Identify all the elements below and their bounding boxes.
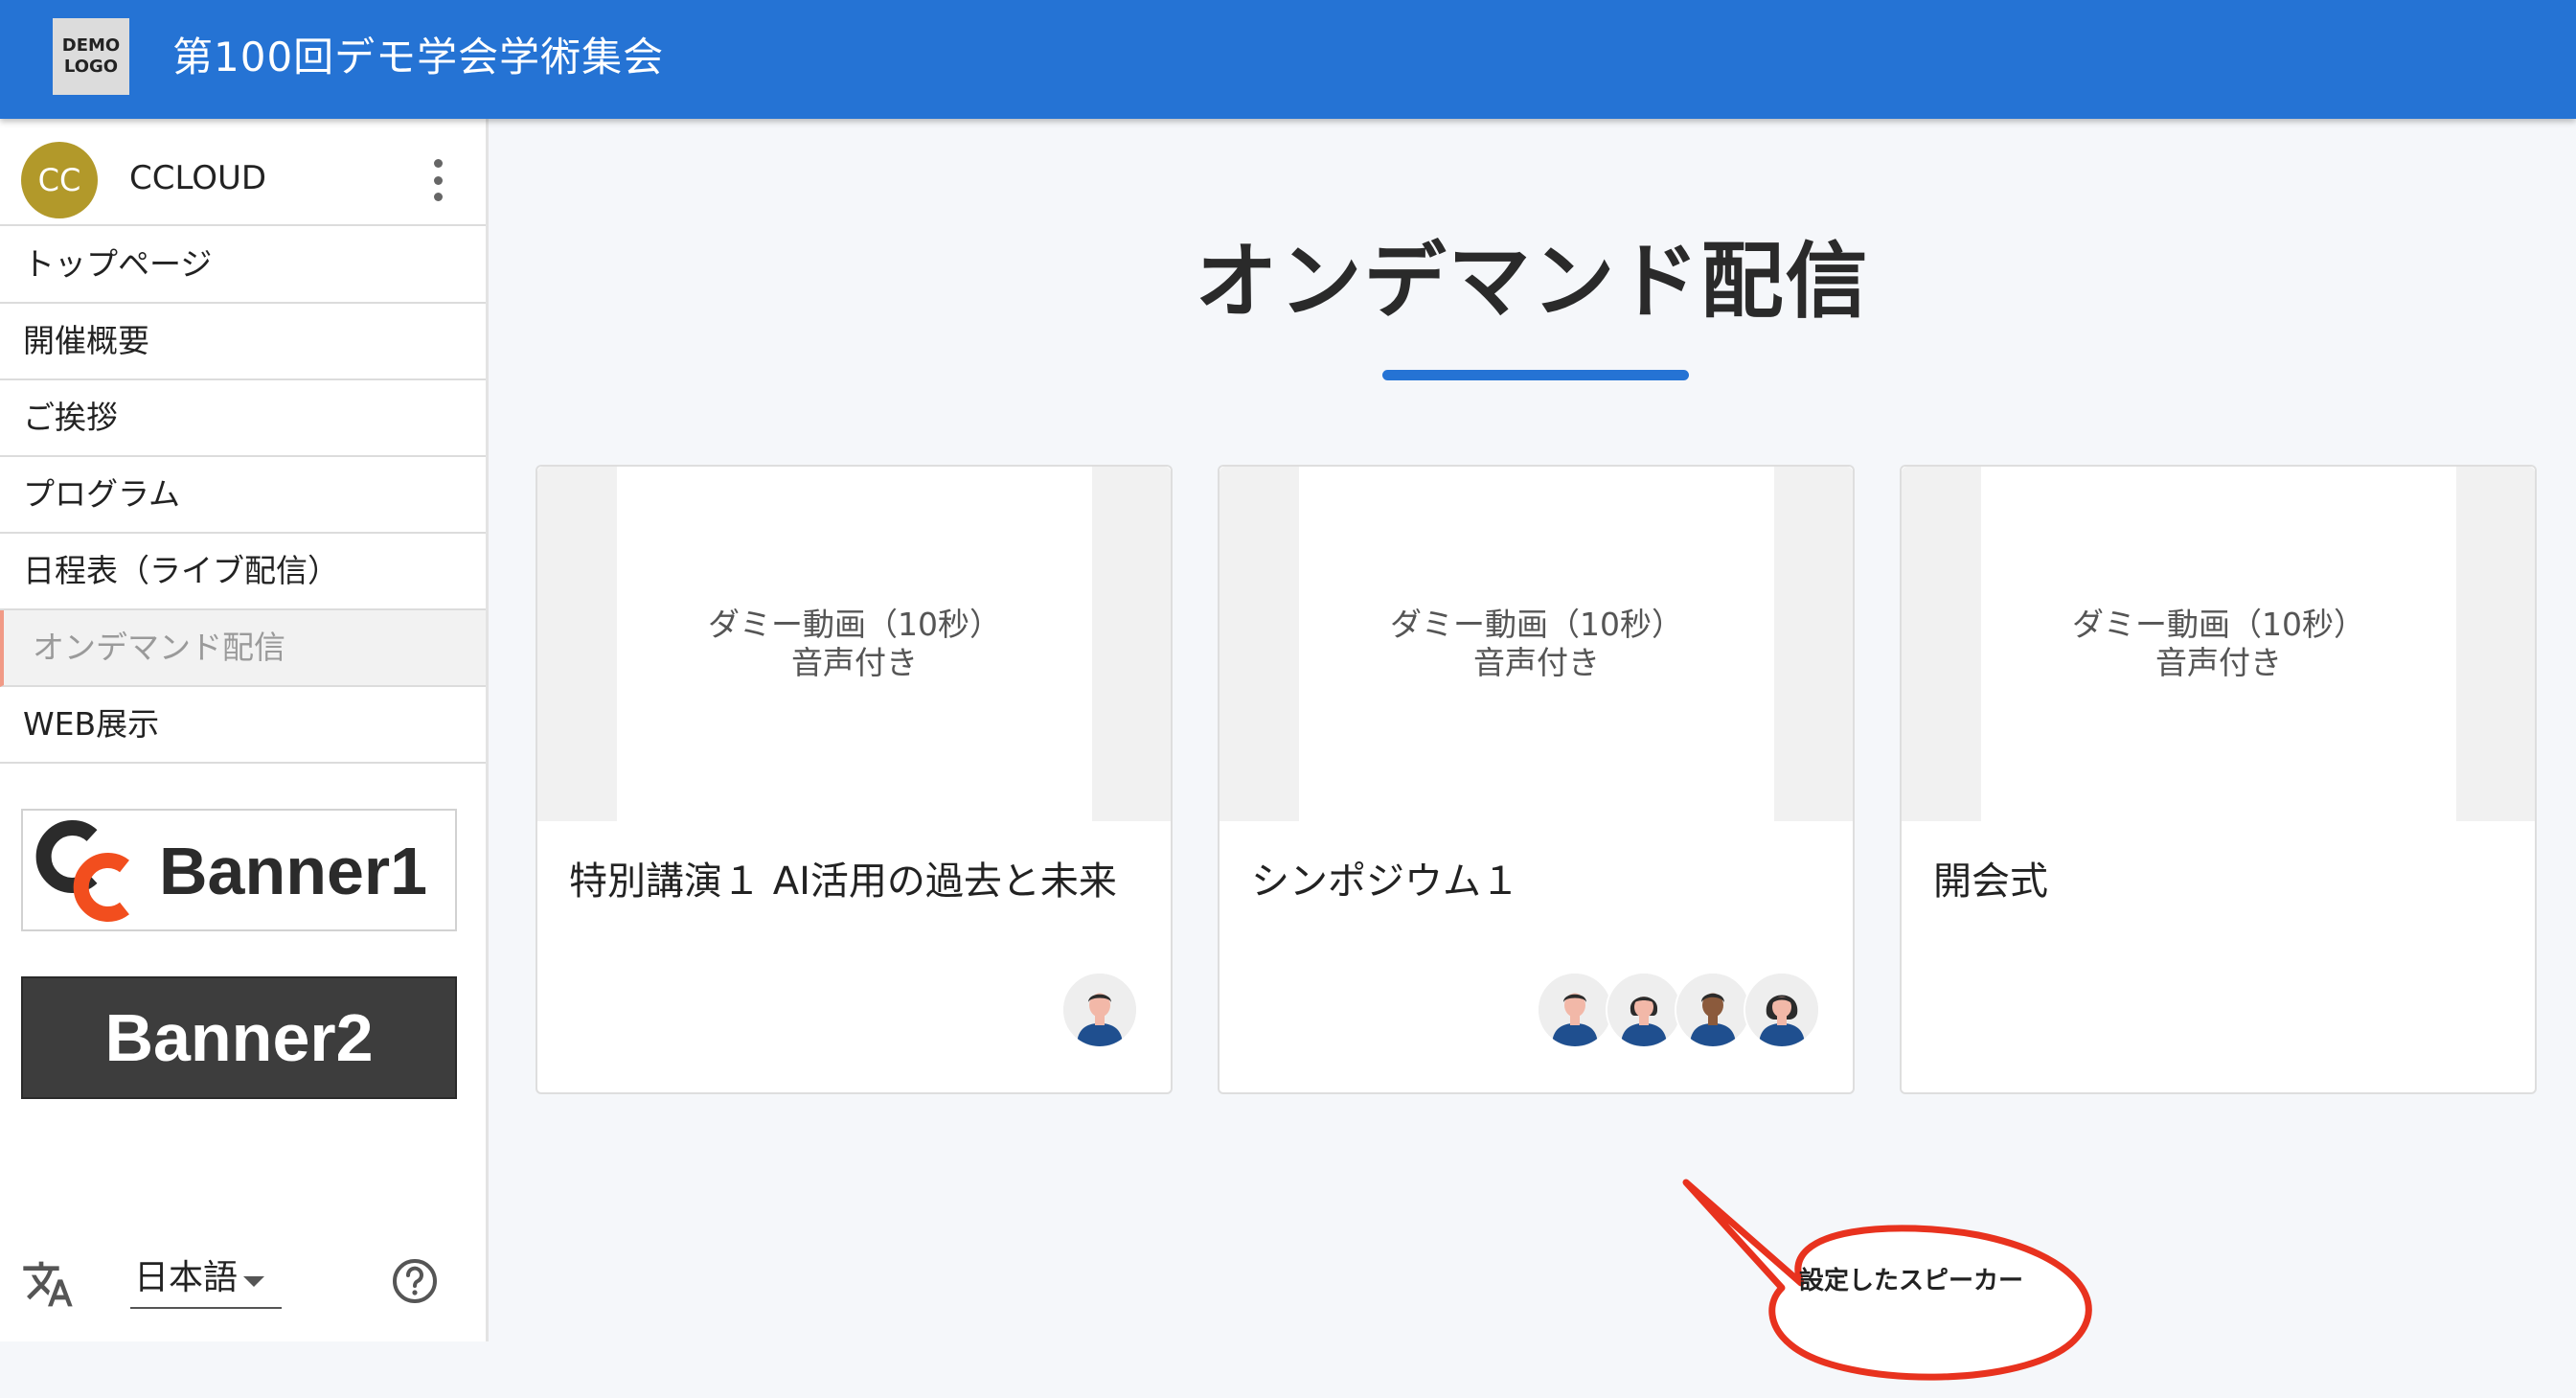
thumbnail-caption: ダミー動画（10秒）: [2072, 606, 2365, 643]
speaker-callout: 設定したスピーカー: [1662, 1168, 2160, 1398]
page-title: オンデマンド配信: [1195, 234, 1870, 330]
sidebar-nav: トップページ 開催概要 ご挨拶 プログラム 日程表（ライブ配信） オンデマンド配…: [0, 227, 486, 764]
sidebar-item-greeting[interactable]: ご挨拶: [0, 380, 486, 457]
kebab-dot: [433, 159, 443, 168]
thumbnail-caption: ダミー動画（10秒）: [1390, 606, 1683, 643]
kebab-dot: [433, 193, 443, 201]
main-content: オンデマンド配信 ダミー動画（10秒） 音声付き 特別講演１ AI活用の過去と未…: [489, 119, 2576, 1381]
thumbnail-frame: ダミー動画（10秒） 音声付き: [1981, 467, 2456, 821]
translate-icon[interactable]: [21, 1257, 75, 1311]
sidebar-item-overview[interactable]: 開催概要: [0, 304, 486, 380]
speaker-avatars: [1537, 972, 1820, 1048]
thumbnail-caption-sub: 音声付き: [1473, 644, 1600, 681]
thumbnail-caption-sub: 音声付き: [2155, 644, 2282, 681]
video-thumbnail[interactable]: ダミー動画（10秒） 音声付き: [537, 467, 1171, 821]
thumbnail-frame: ダミー動画（10秒） 音声付き: [1299, 467, 1774, 821]
banner-2[interactable]: Banner2: [21, 976, 457, 1099]
sidebar-item-web-exhibition[interactable]: WEB展示: [0, 687, 486, 764]
caret-down-icon: [243, 1276, 264, 1287]
person-icon: [1607, 974, 1680, 1046]
speaker-avatar[interactable]: [1675, 972, 1751, 1048]
title-underline: [1382, 370, 1689, 380]
card-title: シンポジウム１: [1251, 859, 1519, 904]
kebab-dot: [433, 175, 443, 185]
language-label: 日本語: [134, 1258, 239, 1297]
user-row: CC CCLOUD: [0, 119, 486, 226]
speaker-avatar[interactable]: [1537, 972, 1613, 1048]
thumbnail-caption: ダミー動画（10秒）: [708, 606, 1001, 643]
sidebar-footer: 日本語: [0, 1240, 486, 1326]
sidebar-item-on-demand[interactable]: オンデマンド配信: [0, 610, 486, 687]
video-card[interactable]: ダミー動画（10秒） 音声付き 特別講演１ AI活用の過去と未来: [536, 465, 1173, 1094]
app-header: DEMO LOGO 第100回デモ学会学術集会: [0, 0, 2576, 119]
card-title: 開会式: [1933, 859, 2048, 904]
more-vert-icon[interactable]: [426, 159, 449, 201]
sidebar-item-top[interactable]: トップページ: [0, 227, 486, 304]
video-card[interactable]: ダミー動画（10秒） 音声付き シンポジウム１: [1218, 465, 1855, 1094]
demo-logo[interactable]: DEMO LOGO: [53, 18, 129, 95]
person-icon: [1063, 974, 1136, 1046]
person-icon: [1539, 974, 1611, 1046]
person-icon: [1676, 974, 1749, 1046]
card-title: 特別講演１ AI活用の過去と未来: [569, 859, 1117, 904]
sidebar-item-schedule-live[interactable]: 日程表（ライブ配信）: [0, 534, 486, 610]
app-title: 第100回デモ学会学術集会: [172, 34, 665, 80]
language-select[interactable]: 日本語: [130, 1251, 282, 1309]
video-thumbnail[interactable]: ダミー動画（10秒） 音声付き: [1220, 467, 1853, 821]
banner-1[interactable]: Banner1: [21, 809, 457, 931]
thumbnail-caption-sub: 音声付き: [791, 644, 918, 681]
speaker-avatar[interactable]: [1061, 972, 1138, 1048]
person-icon: [1745, 974, 1818, 1046]
speaker-avatar[interactable]: [1606, 972, 1682, 1048]
cc-logo-icon: [35, 820, 129, 922]
speaker-avatar[interactable]: [1744, 972, 1820, 1048]
speaker-avatars: [1061, 972, 1138, 1048]
video-card[interactable]: ダミー動画（10秒） 音声付き 開会式: [1900, 465, 2537, 1094]
user-name: CCLOUD: [129, 159, 267, 197]
thumbnail-frame: ダミー動画（10秒） 音声付き: [617, 467, 1092, 821]
banner-1-label: Banner1: [159, 834, 428, 908]
sidebar-item-program[interactable]: プログラム: [0, 457, 486, 534]
avatar[interactable]: CC: [21, 142, 98, 218]
sidebar: CC CCLOUD トップページ 開催概要 ご挨拶 プログラム 日程表（ライブ配…: [0, 119, 489, 1341]
help-circle-icon[interactable]: [391, 1257, 439, 1305]
video-thumbnail[interactable]: ダミー動画（10秒） 音声付き: [1902, 467, 2535, 821]
callout-text: 設定したスピーカー: [1798, 1267, 2023, 1295]
